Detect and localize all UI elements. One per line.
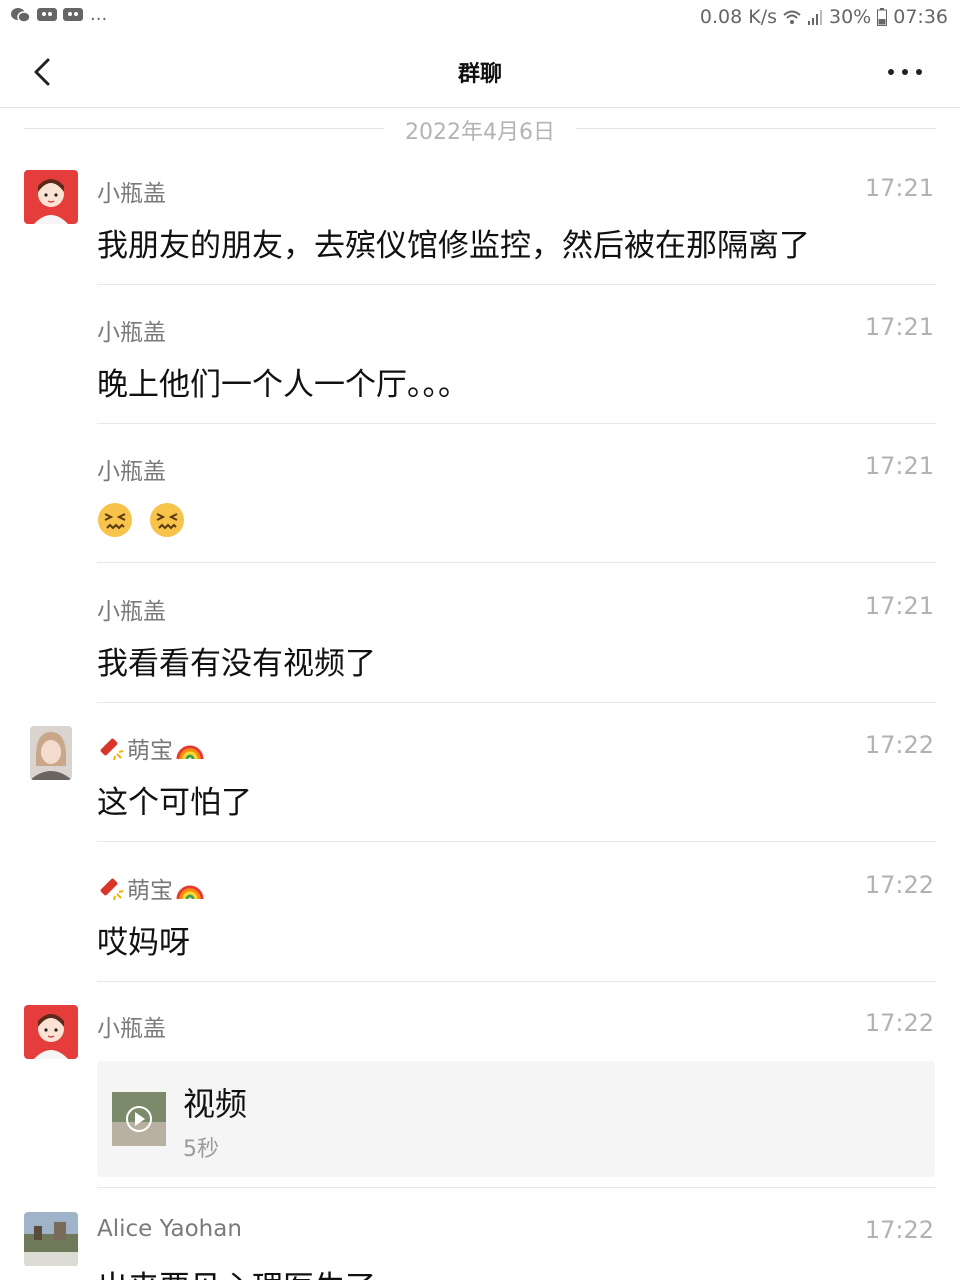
- signal-icon: [808, 10, 822, 25]
- wifi-icon: [783, 10, 801, 24]
- message-time: 17:22: [864, 1216, 934, 1244]
- divider-line: [576, 128, 936, 129]
- avatar-image: [24, 170, 78, 224]
- status-bar: ... 0.08 K/s 30% 07:36: [0, 0, 960, 36]
- video-thumbnail: [112, 1092, 166, 1146]
- message-item[interactable]: 小瓶盖 17:21: [0, 438, 960, 563]
- sender-name: 萌宝: [97, 731, 205, 765]
- rainbow-icon: [176, 745, 204, 760]
- sender-name: 小瓶盖: [97, 1016, 166, 1042]
- message-text: 出来要见心理医生了: [97, 1262, 376, 1280]
- message-time: 17:22: [864, 871, 934, 899]
- sender-name: 小瓶盖: [97, 459, 166, 485]
- message-text: 哎妈呀: [97, 925, 190, 961]
- more-notifications: ...: [90, 4, 108, 25]
- message-time: 17:22: [864, 1009, 934, 1037]
- video-attachment[interactable]: 视频 5秒: [97, 1061, 935, 1177]
- message-time: 17:21: [864, 313, 934, 341]
- message-time: 17:21: [864, 174, 934, 202]
- message-text: 这个可怕了: [97, 785, 252, 821]
- message-text: 我朋友的朋友，去殡仪馆修监控，然后被在那隔离了: [97, 228, 810, 264]
- chat-title: 群聊: [457, 62, 502, 87]
- message-item[interactable]: 小瓶盖 17:21 我朋友的朋友，去殡仪馆修监控，然后被在那隔离了: [0, 160, 960, 285]
- message-time: 17:21: [864, 452, 934, 480]
- message-divider: [97, 841, 936, 842]
- sender-name-text: 萌宝: [127, 738, 173, 764]
- message-emoji: [97, 500, 191, 538]
- message-item[interactable]: 小瓶盖 17:21 我看看有没有视频了: [0, 578, 960, 703]
- more-dot-icon: [902, 69, 908, 75]
- avatar[interactable]: [24, 170, 78, 224]
- message-item[interactable]: 萌宝 17:22 哎妈呀: [0, 857, 960, 982]
- message-time: 17:22: [864, 731, 934, 759]
- message-divider: [97, 981, 936, 982]
- battery-icon: [877, 8, 888, 26]
- clock: 07:36: [893, 6, 948, 28]
- avatar-image: [30, 726, 72, 780]
- network-speed: 0.08 K/s: [699, 6, 777, 28]
- sender-name: 小瓶盖: [97, 181, 166, 207]
- date-divider: 2022年4月6日: [24, 110, 936, 148]
- message-divider: [97, 702, 936, 703]
- avatar[interactable]: [24, 1005, 78, 1059]
- confounded-face-icon: [149, 502, 184, 537]
- date-label: 2022年4月6日: [405, 120, 555, 145]
- message-text: 我看看有没有视频了: [97, 646, 376, 682]
- message-item[interactable]: Alice Yaohan 17:22 出来要见心理医生了: [0, 1202, 960, 1280]
- video-duration: 5秒: [183, 1137, 219, 1162]
- message-item[interactable]: 萌宝 17:22 这个可怕了: [0, 717, 960, 842]
- wechat-icon: [11, 8, 31, 23]
- sender-name-text: 萌宝: [127, 878, 173, 904]
- message-time: 17:21: [864, 592, 934, 620]
- message-item[interactable]: 小瓶盖 17:21 晚上他们一个人一个厅。。。: [0, 299, 960, 424]
- avatar[interactable]: [24, 1212, 78, 1266]
- sender-name: 小瓶盖: [97, 599, 166, 625]
- video-title: 视频: [183, 1085, 248, 1123]
- message-divider: [97, 1187, 936, 1188]
- confounded-face-icon: [98, 502, 132, 537]
- battery-percent: 30%: [829, 6, 872, 28]
- message-icon: [37, 8, 57, 21]
- firecracker-icon: [100, 738, 124, 761]
- message-item[interactable]: 小瓶盖 17:22 视频 5秒: [0, 995, 960, 1188]
- more-dot-icon: [888, 69, 894, 75]
- message-divider: [97, 423, 936, 424]
- notification-icons: ...: [10, 6, 107, 24]
- sender-name: Alice Yaohan: [97, 1216, 242, 1242]
- status-right: 0.08 K/s 30% 07:36: [700, 6, 948, 28]
- message-divider: [97, 284, 936, 285]
- avatar-image: [24, 1212, 78, 1266]
- firecracker-icon: [100, 878, 124, 901]
- more-options-button[interactable]: [888, 60, 922, 84]
- video-thumbnail-image: [112, 1092, 166, 1146]
- avatar-image: [24, 1005, 78, 1059]
- more-dot-icon: [916, 69, 922, 75]
- message-text: 晚上他们一个人一个厅。。。: [97, 367, 469, 403]
- message-divider: [97, 562, 936, 563]
- sender-name: 萌宝: [97, 871, 205, 905]
- rainbow-icon: [176, 885, 204, 900]
- chat-header: 群聊: [0, 36, 960, 108]
- message-icon: [63, 8, 83, 21]
- sender-name: 小瓶盖: [97, 320, 166, 346]
- avatar[interactable]: [30, 726, 72, 780]
